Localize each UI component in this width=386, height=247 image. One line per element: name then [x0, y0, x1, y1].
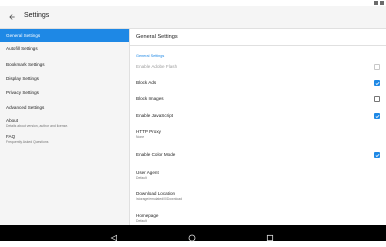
- nav-item-summary: Details about version, author and licens…: [6, 124, 69, 128]
- pref-label: Download Location: [136, 191, 176, 196]
- checkbox[interactable]: [374, 113, 380, 119]
- battery-icon: [380, 1, 384, 5]
- pref-user-agent[interactable]: User Agent Default: [136, 170, 380, 180]
- pref-homepage[interactable]: Homepage Default: [136, 213, 380, 223]
- nav-item-label: FAQ: [6, 134, 16, 139]
- pref-label: Enable Color Mode: [136, 152, 176, 157]
- pref-summary: Default: [136, 176, 147, 180]
- pref-http-proxy[interactable]: HTTP Proxy None: [136, 129, 380, 139]
- nav-item-label: Autofill Settings: [6, 46, 38, 51]
- nav-item-summary: Frequently Asked Questions: [6, 140, 49, 144]
- settings-detail-pane: General Settings General Settings Enable…: [130, 29, 386, 225]
- page-title: Settings: [24, 12, 50, 19]
- pref-enable-adobe-flash[interactable]: Enable Adobe Flash: [136, 64, 380, 70]
- checkbox[interactable]: [374, 96, 380, 102]
- nav-item-label: Bookmark Settings: [6, 62, 45, 67]
- pref-download-location[interactable]: Download Location /storage/emulated/0/Do…: [136, 191, 380, 201]
- nav-item-label: General Settings: [6, 33, 41, 38]
- pref-label: Homepage: [136, 213, 159, 218]
- signal-icon: [374, 1, 378, 5]
- pref-label: User Agent: [136, 170, 159, 175]
- checkbox[interactable]: [374, 80, 380, 86]
- divider: [130, 45, 386, 46]
- nav-item-about[interactable]: About Details about version, author and …: [0, 118, 129, 128]
- pref-label: Enable Adobe Flash: [136, 64, 178, 69]
- checkbox[interactable]: [374, 64, 380, 70]
- pref-label: HTTP Proxy: [136, 129, 161, 134]
- recents-square-icon[interactable]: [266, 229, 276, 242]
- system-navigation-bar: [0, 225, 386, 242]
- pref-enable-javascript[interactable]: Enable JavaScript: [136, 113, 380, 119]
- nav-item-general-settings[interactable]: General Settings: [0, 29, 129, 42]
- check-icon: [375, 114, 380, 119]
- nav-item-label: About: [6, 118, 19, 123]
- pref-enable-color-mode[interactable]: Enable Color Mode: [136, 152, 380, 158]
- nav-item-autofill-settings[interactable]: Autofill Settings: [0, 46, 129, 51]
- nav-item-label: Advanced Settings: [6, 105, 45, 110]
- nav-item-label: Display Settings: [6, 76, 39, 81]
- check-icon: [375, 81, 380, 86]
- nav-item-faq[interactable]: FAQ Frequently Asked Questions: [0, 134, 129, 144]
- nav-item-advanced-settings[interactable]: Advanced Settings: [0, 105, 129, 110]
- home-circle-icon[interactable]: [188, 229, 198, 242]
- pane-title: General Settings: [136, 34, 178, 40]
- nav-item-privacy-settings[interactable]: Privacy Settings: [0, 90, 129, 95]
- pref-label: Block Ads: [136, 80, 157, 85]
- category-header: General Settings: [136, 54, 165, 58]
- pref-block-images[interactable]: Block Images: [136, 96, 380, 102]
- settings-sidebar: General Settings Autofill Settings Bookm…: [0, 29, 130, 225]
- check-icon: [375, 153, 380, 158]
- arrow-back-icon[interactable]: [6, 10, 18, 24]
- checkbox[interactable]: [374, 152, 380, 158]
- nav-item-display-settings[interactable]: Display Settings: [0, 76, 129, 81]
- pref-label: Enable JavaScript: [136, 113, 174, 118]
- pref-block-ads[interactable]: Block Ads: [136, 80, 380, 86]
- app-bar: Settings: [0, 6, 386, 29]
- pref-summary: None: [136, 135, 145, 139]
- nav-item-bookmark-settings[interactable]: Bookmark Settings: [0, 62, 129, 67]
- pref-summary: Default: [136, 219, 147, 223]
- back-triangle-icon[interactable]: [110, 229, 120, 242]
- pref-label: Block Images: [136, 96, 164, 101]
- pref-summary: /storage/emulated/0/Download: [136, 197, 182, 201]
- nav-item-label: Privacy Settings: [6, 90, 39, 95]
